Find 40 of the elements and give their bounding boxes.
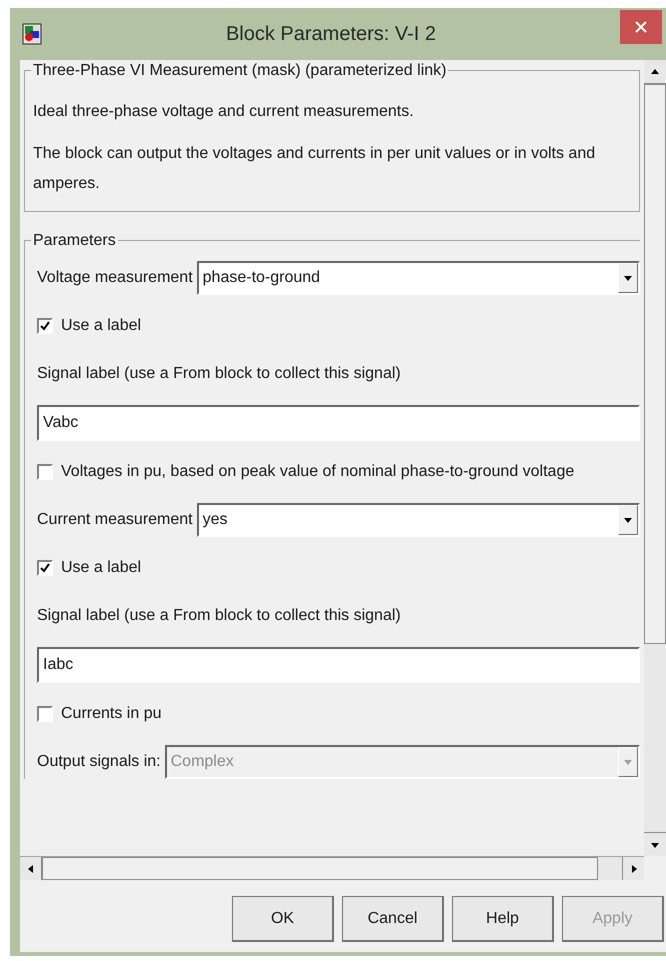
checkbox-label: Use a label [61,558,142,578]
dropdown-value: yes [202,510,229,530]
caret-icon [623,515,633,525]
input-field[interactable]: Vabc [37,405,640,441]
dialog-button[interactable]: OK [232,896,334,942]
input-field[interactable]: Iabc [37,647,640,683]
arrow-left-icon [26,864,36,874]
dialog-button[interactable]: Help [452,896,554,942]
dialog-button[interactable]: Cancel [342,896,444,942]
field-label: Output signals in: [37,752,161,772]
field-label: Current measurement [37,510,193,530]
checkbox[interactable] [37,318,53,334]
dropdown[interactable]: phase-to-ground [196,261,640,295]
checkmark-icon [40,563,50,573]
checkbox-label: Use a label [61,316,142,336]
vertical-scrollbar[interactable] [644,60,666,856]
field-label: Signal label (use a From block to collect this signal) [37,364,401,384]
scroll-thumb[interactable] [644,84,666,644]
arrow-up-icon [650,66,660,76]
window-title: Block Parameters: V-I 2 [224,22,438,47]
app-icon [22,23,42,45]
dropdown-value: phase-to-ground [202,268,322,288]
checkbox[interactable] [37,464,53,480]
description-text: Ideal three-phase voltage and current measurements. [33,102,415,122]
field-label: Signal label (use a From block to collect this signal) [37,606,401,626]
dropdown[interactable]: yes [196,503,640,537]
caret-icon [623,273,633,283]
dropdown-value: Complex [170,752,235,772]
checkbox-label: Voltages in pu, based on peak value of nominal phase-to-ground voltage [61,462,574,482]
checkbox[interactable] [37,560,53,576]
description-text: The block can output the voltages and currents in per unit values or in volts and amperes. [33,144,596,194]
dropdown-arrow-button[interactable] [618,263,638,293]
checkmark-icon [40,321,50,331]
checkbox[interactable] [37,706,53,722]
field-label: Voltage measurement [37,268,193,288]
caret-icon [623,757,633,767]
dropdown-arrow-button[interactable] [618,505,638,535]
checkbox-label: Currents in pu [61,704,162,724]
close-icon [635,21,647,33]
close-button[interactable] [620,10,662,44]
